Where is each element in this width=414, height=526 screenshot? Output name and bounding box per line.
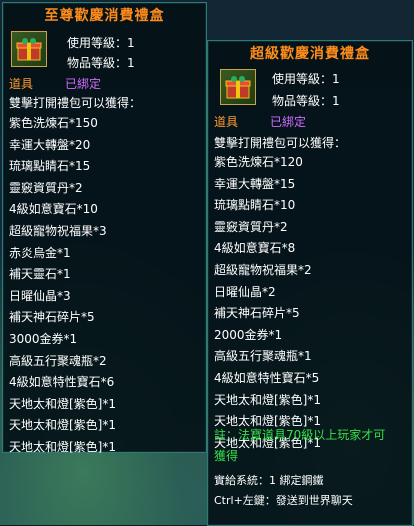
footer-line-1: 實給系統：1 綁定鋼鐵 xyxy=(214,474,324,487)
note-line-1: 註：法寶道具70級以上玩家才可 xyxy=(214,428,386,442)
item-level: 物品等級：1 xyxy=(67,56,135,70)
list-item: 補天神石碎片*5 xyxy=(9,310,95,325)
list-item: 4級如意特性寶石*5 xyxy=(214,370,320,385)
gift-box-icon[interactable] xyxy=(220,69,256,105)
list-item: 補天神石碎片*5 xyxy=(214,306,300,321)
list-item: 高級五行聚魂瓶*1 xyxy=(214,349,312,364)
item-type: 道具 xyxy=(9,77,34,91)
list-item: 天地太和燈[紫色]*1 xyxy=(9,418,116,433)
contents-header: 雙擊打開禮包可以獲得： xyxy=(9,96,142,110)
gift-box-icon[interactable] xyxy=(11,31,47,67)
list-item: 4級如意特性寶石*6 xyxy=(9,375,115,390)
left-item-tooltip: 至尊歡慶消費禮盒 使用等級：1 物品等級：1 道具 已綁定 雙擊打開禮包可以獲得：… xyxy=(2,2,207,454)
use-level: 使用等級：1 xyxy=(67,36,135,50)
list-item: 紫色洗煉石*120 xyxy=(214,155,303,169)
item-tags: 道具 已綁定 xyxy=(214,113,306,131)
list-item: 幸運大轉盤*20 xyxy=(9,137,91,152)
list-item: 赤炎烏金*1 xyxy=(9,245,71,260)
contents-list: 紫色洗煉石*150 幸運大轉盤*20 琉璃點睛石*15 靈竅資質丹*2 4級如意… xyxy=(9,113,116,459)
note-line-2: 獲得 xyxy=(214,449,239,463)
list-item: 天地太和燈[紫色]*1 xyxy=(214,392,321,407)
item-type: 道具 xyxy=(214,115,239,129)
tooltip-title: 超級歡慶消費禮盒 xyxy=(250,46,370,62)
list-item: 天地太和燈[紫色]*1 xyxy=(9,439,116,454)
list-item: 2000金券*1 xyxy=(214,327,283,342)
list-item: 琉璃點睛石*10 xyxy=(214,198,296,213)
contents-list: 紫色洗煉石*120 幸運大轉盤*15 琉璃點睛石*10 靈竅資質丹*2 4級如意… xyxy=(214,152,321,454)
list-item: 靈竅資質丹*2 xyxy=(9,180,83,195)
tooltip-title: 至尊歡慶消費禮盒 xyxy=(44,8,165,24)
item-level: 物品等級：1 xyxy=(272,94,340,108)
list-item: 天地太和燈[紫色]*1 xyxy=(9,396,116,411)
list-item: 超級寵物祝福果*2 xyxy=(214,262,312,277)
bound-status: 已綁定 xyxy=(65,77,102,91)
use-level: 使用等級：1 xyxy=(272,72,340,86)
list-item: 日曜仙晶*3 xyxy=(9,288,71,303)
list-item: 4級如意寶石*8 xyxy=(214,241,296,256)
list-item: 4級如意寶石*10 xyxy=(9,202,98,217)
item-tags: 道具 已綁定 xyxy=(9,75,101,93)
list-item: 超級寵物祝福果*3 xyxy=(9,223,107,238)
footer-line-2: Ctrl+左鍵：發送到世界聊天 xyxy=(214,494,353,507)
list-item: 補天靈石*1 xyxy=(9,267,71,282)
right-item-tooltip: 超級歡慶消費禮盒 使用等級：1 物品等級：1 道具 已綁定 雙擊打開禮包可以獲得：… xyxy=(207,40,413,526)
list-item: 幸運大轉盤*15 xyxy=(214,176,296,191)
list-item: 高級五行聚魂瓶*2 xyxy=(9,353,107,368)
list-item: 3000金券*1 xyxy=(9,331,78,346)
list-item: 琉璃點睛石*15 xyxy=(9,159,91,174)
list-item: 靈竅資質丹*2 xyxy=(214,219,288,234)
list-item: 日曜仙晶*2 xyxy=(214,284,276,299)
contents-header: 雙擊打開禮包可以獲得： xyxy=(214,136,347,150)
bound-status: 已綁定 xyxy=(270,115,307,129)
list-item: 紫色洗煉石*150 xyxy=(9,116,98,130)
